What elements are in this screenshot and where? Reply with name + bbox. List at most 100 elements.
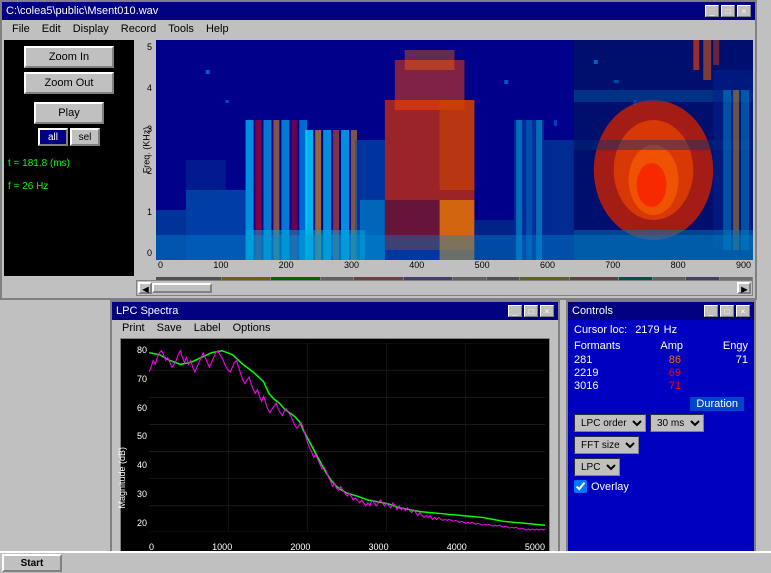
time-axis: 0 100 200 300 400 500 600 700 800 900 bbox=[156, 260, 753, 278]
lpc-maximize[interactable]: □ bbox=[524, 305, 538, 317]
controls-title-bar: Controls _ □ × bbox=[568, 302, 754, 320]
lpc-plot-area bbox=[149, 343, 545, 532]
scroll-thumb[interactable] bbox=[152, 283, 212, 293]
lpc-menu-label[interactable]: Label bbox=[188, 322, 227, 334]
controls-maximize[interactable]: □ bbox=[720, 305, 734, 317]
lpc-y-label: Magnitude (dB) bbox=[117, 447, 127, 509]
time-tick-500: 500 bbox=[475, 260, 490, 278]
cursor-label: Cursor loc: bbox=[574, 324, 627, 336]
main-title: C:\colea5\public\Msent010.wav bbox=[6, 5, 158, 17]
menu-help[interactable]: Help bbox=[200, 22, 235, 36]
lpc-order-select[interactable]: LPC order bbox=[574, 414, 646, 432]
lpc-menu-save[interactable]: Save bbox=[151, 322, 188, 334]
controls-body: Cursor loc: 2179 Hz Formants Amp Engy 28… bbox=[568, 320, 754, 497]
lpc-ytick-60: 60 bbox=[121, 403, 149, 413]
freq-status: f = 26 Hz bbox=[8, 181, 48, 192]
formant1-freq: 281 bbox=[574, 354, 614, 366]
zoom-in-button[interactable]: Zoom In bbox=[24, 46, 114, 68]
cursor-row: Cursor loc: 2179 Hz bbox=[574, 324, 748, 336]
menu-bar: File Edit Display Record Tools Help bbox=[2, 20, 755, 38]
lpc-ytick-70: 70 bbox=[121, 374, 149, 384]
controls-title-text: Controls bbox=[572, 305, 613, 317]
amp-label: Amp bbox=[660, 340, 683, 352]
time-tick-300: 300 bbox=[344, 260, 359, 278]
lpc-menu-bar: Print Save Label Options bbox=[112, 320, 558, 336]
formant2-amp: 69 bbox=[651, 367, 681, 379]
maximize-button[interactable]: □ bbox=[721, 5, 735, 17]
lpc-select[interactable]: LPC bbox=[574, 458, 620, 476]
cursor-value: 2179 bbox=[635, 324, 659, 336]
menu-edit[interactable]: Edit bbox=[36, 22, 67, 36]
time-tick-200: 200 bbox=[279, 260, 294, 278]
menu-file[interactable]: File bbox=[6, 22, 36, 36]
start-button[interactable]: Start bbox=[2, 554, 62, 572]
spectrogram-area: 5 4 3 2 1 0 bbox=[136, 40, 753, 280]
freq-y-label: Freq. (KHz) bbox=[141, 127, 151, 174]
lpc-plot[interactable]: 80 70 60 50 40 30 20 Magnitude (dB) bbox=[120, 338, 550, 555]
menu-display[interactable]: Display bbox=[67, 22, 115, 36]
menu-record[interactable]: Record bbox=[115, 22, 162, 36]
formant3-amp: 71 bbox=[651, 380, 681, 392]
lpc-ytick-80: 80 bbox=[121, 345, 149, 355]
spectrogram-canvas[interactable] bbox=[156, 40, 753, 260]
formant3-freq: 3016 bbox=[574, 380, 614, 392]
duration-label: Duration bbox=[690, 397, 744, 411]
controls-window-buttons: _ □ × bbox=[704, 305, 750, 317]
formant1-amp: 86 bbox=[651, 354, 681, 366]
formant2-freq: 2219 bbox=[574, 367, 614, 379]
play-all-button[interactable]: all bbox=[38, 128, 68, 146]
fft-size-row: FFT size bbox=[574, 436, 748, 454]
formants-header: Formants Amp Engy bbox=[574, 340, 748, 352]
formant-row-1: 281 86 71 bbox=[574, 354, 748, 366]
controls-minimize[interactable]: _ bbox=[704, 305, 718, 317]
spectrogram-svg bbox=[156, 40, 753, 260]
overlay-row: Overlay bbox=[574, 480, 748, 493]
lpc-title-bar: LPC Spectra _ □ × bbox=[112, 302, 558, 320]
engy-label: Engy bbox=[723, 340, 748, 352]
lpc-menu-options[interactable]: Options bbox=[227, 322, 277, 334]
lpc-ytick-20: 20 bbox=[121, 518, 149, 528]
main-window-controls: _ □ × bbox=[705, 5, 751, 17]
play-button[interactable]: Play bbox=[34, 102, 104, 124]
lpc-close[interactable]: × bbox=[540, 305, 554, 317]
lpc-row: LPC bbox=[574, 458, 748, 476]
main-title-bar: C:\colea5\public\Msent010.wav _ □ × bbox=[2, 2, 755, 20]
controls-window: Controls _ □ × Cursor loc: 2179 Hz Forma… bbox=[566, 300, 756, 565]
lpc-title-text: LPC Spectra bbox=[116, 305, 178, 317]
lpc-window: LPC Spectra _ □ × Print Save Label Optio… bbox=[110, 300, 560, 565]
zoom-out-button[interactable]: Zoom Out bbox=[24, 72, 114, 94]
scroll-track[interactable] bbox=[152, 283, 737, 293]
time-tick-900: 900 bbox=[736, 260, 751, 278]
h-scrollbar[interactable]: ◄ ► bbox=[136, 280, 753, 296]
formant-row-2: 2219 69 bbox=[574, 367, 748, 379]
lpc-ytick-50: 50 bbox=[121, 431, 149, 441]
time-tick-100: 100 bbox=[213, 260, 228, 278]
play-mode-row: all sel bbox=[38, 128, 100, 146]
fft-size-select[interactable]: FFT size bbox=[574, 436, 639, 454]
formant1-engy: 71 bbox=[718, 354, 748, 366]
main-window: C:\colea5\public\Msent010.wav _ □ × File… bbox=[0, 0, 757, 300]
duration-section: Duration bbox=[574, 398, 744, 410]
time-tick-400: 400 bbox=[409, 260, 424, 278]
formant3-engy bbox=[718, 380, 748, 392]
scroll-right-button[interactable]: ► bbox=[737, 282, 751, 294]
overlay-checkbox[interactable] bbox=[574, 480, 587, 493]
lpc-order-value-select[interactable]: 30 ms bbox=[650, 414, 704, 432]
lpc-window-controls: _ □ × bbox=[508, 305, 554, 317]
time-tick-700: 700 bbox=[605, 260, 620, 278]
cursor-unit: Hz bbox=[664, 324, 677, 336]
left-panel: Zoom In Zoom Out Play all sel t = 181.8 … bbox=[4, 40, 134, 276]
controls-close[interactable]: × bbox=[736, 305, 750, 317]
time-status: t = 181.8 (ms) bbox=[8, 158, 70, 169]
lpc-minimize[interactable]: _ bbox=[508, 305, 522, 317]
menu-tools[interactable]: Tools bbox=[162, 22, 200, 36]
time-tick-800: 800 bbox=[671, 260, 686, 278]
taskbar: Start bbox=[0, 551, 771, 573]
minimize-button[interactable]: _ bbox=[705, 5, 719, 17]
close-button[interactable]: × bbox=[737, 5, 751, 17]
scroll-left-button[interactable]: ◄ bbox=[138, 282, 152, 294]
time-tick-0: 0 bbox=[158, 260, 163, 278]
play-sel-button[interactable]: sel bbox=[70, 128, 100, 146]
overlay-label: Overlay bbox=[591, 481, 629, 493]
lpc-menu-print[interactable]: Print bbox=[116, 322, 151, 334]
